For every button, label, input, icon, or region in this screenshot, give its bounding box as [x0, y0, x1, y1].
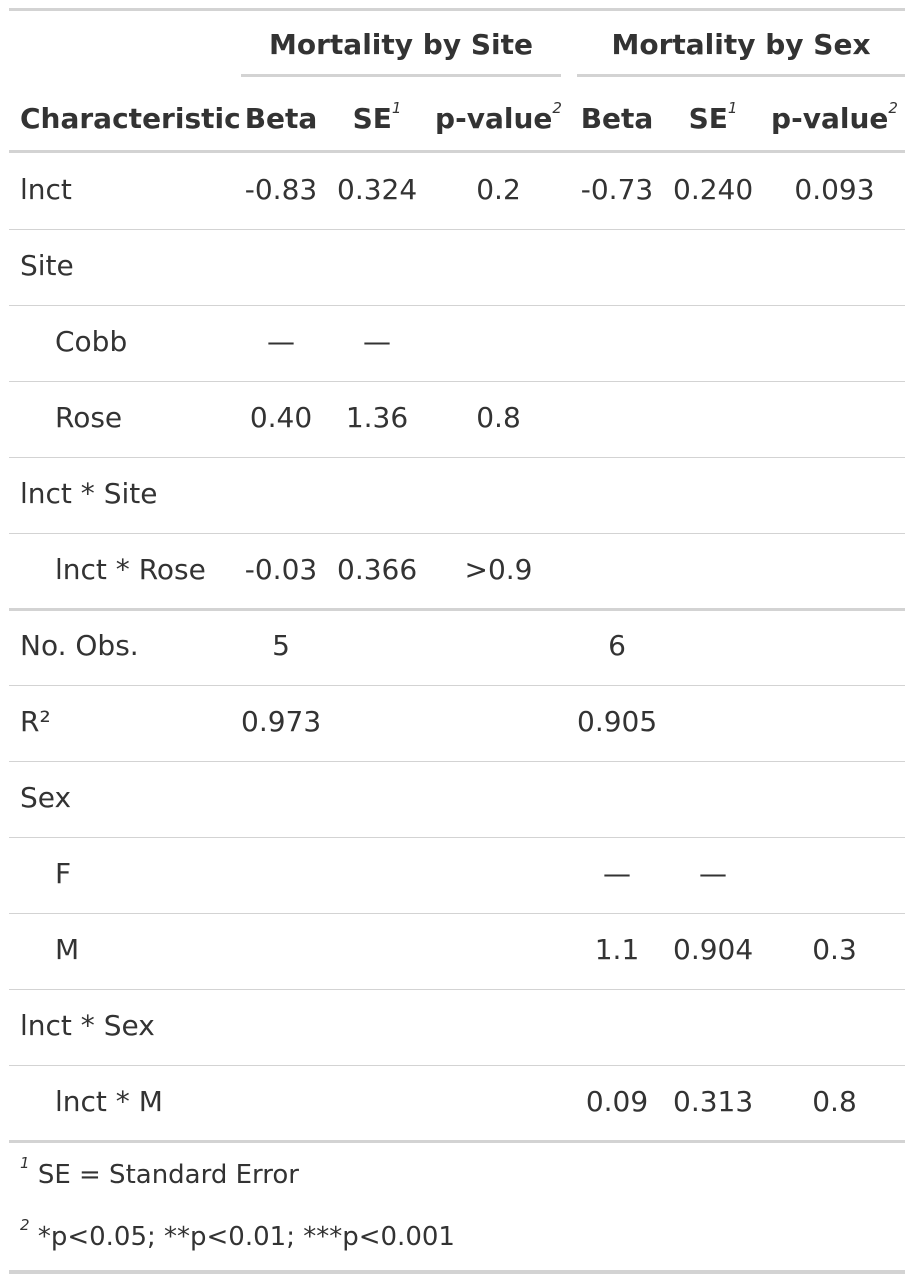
row-label: lnct [20, 173, 72, 206]
col-header-label: p-value [771, 102, 889, 135]
cell-sex-se: 0.313 [673, 1085, 754, 1118]
footnote-1: 1 SE = Standard Error [20, 1156, 299, 1191]
footnote-mark: 1 [391, 99, 402, 117]
row-rule [9, 457, 905, 458]
table-top-rule [9, 8, 905, 11]
footnote-text: *p<0.05; **p<0.01; ***p<0.001 [37, 1222, 455, 1252]
row-label: lnct * Sex [20, 1009, 155, 1042]
footnote-mark: 2 [552, 99, 562, 117]
row-rule [9, 989, 905, 990]
footnote-mark: 2 [888, 99, 898, 117]
col-header-site-se: SE1 [337, 99, 417, 136]
row-rule [9, 533, 905, 534]
footnote-mark: 2 [20, 1216, 30, 1234]
footnote-2: 2 *p<0.05; **p<0.01; ***p<0.001 [20, 1218, 455, 1253]
col-header-site-beta: Beta [241, 102, 321, 136]
cell-site-beta: 5 [272, 629, 290, 662]
row-rule [9, 913, 905, 914]
cell-site-se: 1.36 [345, 401, 409, 434]
row-rule [9, 1065, 905, 1066]
header-rule [9, 150, 905, 153]
row-label: lnct * M [55, 1085, 163, 1118]
spanner-mortality-by-site: Mortality by Site [269, 28, 533, 61]
cell-sex-se: — [699, 857, 727, 890]
row-label: R² [20, 705, 51, 738]
spanner-mortality-by-sex: Mortality by Sex [611, 28, 871, 61]
cell-sex-se: 0.904 [673, 933, 754, 966]
col-header-label: SE [352, 102, 392, 135]
row-label: Sex [20, 781, 72, 814]
col-header-sex-beta: Beta [577, 102, 657, 136]
row-label: Rose [55, 401, 123, 434]
footnote-mark: 1 [727, 99, 738, 117]
row-label: lnct * Rose [55, 553, 206, 586]
cell-site-beta: -0.83 [244, 173, 318, 206]
cell-site-p: 0.2 [476, 173, 521, 206]
cell-sex-beta: 0.09 [585, 1085, 649, 1118]
row-label: Site [20, 249, 74, 282]
cell-sex-beta: -0.73 [580, 173, 654, 206]
cell-sex-p: 0.3 [812, 933, 857, 966]
spanner-rule-sex [577, 74, 905, 77]
row-label: lnct * Site [20, 477, 158, 510]
row-rule [9, 229, 905, 230]
col-header-site-pvalue: p-value2 [431, 99, 566, 136]
row-label: Cobb [55, 325, 128, 358]
col-header-label: p-value [435, 102, 553, 135]
cell-site-beta: — [267, 325, 295, 358]
col-header-label: Beta [580, 102, 654, 135]
row-rule [9, 305, 905, 306]
cell-sex-beta: — [603, 857, 631, 890]
cell-sex-beta: 0.905 [577, 705, 658, 738]
cell-sex-p: 0.8 [812, 1085, 857, 1118]
cell-sex-p: 0.093 [794, 173, 875, 206]
cell-site-p: 0.8 [476, 401, 521, 434]
row-label: M [55, 933, 80, 966]
cell-site-beta: 0.973 [241, 705, 322, 738]
footnote-text: SE = Standard Error [37, 1160, 299, 1190]
cell-site-se: — [363, 325, 391, 358]
spanner-rule-site [241, 74, 561, 77]
row-rule [9, 608, 905, 611]
cell-site-se: 0.324 [337, 173, 418, 206]
col-header-sex-pvalue: p-value2 [767, 99, 902, 136]
cell-site-se: 0.366 [337, 553, 418, 586]
cell-site-beta: -0.03 [244, 553, 318, 586]
row-rule [9, 837, 905, 838]
cell-sex-se: 0.240 [673, 173, 754, 206]
row-rule [9, 685, 905, 686]
table-bottom-rule [9, 1270, 905, 1274]
cell-sex-beta: 6 [608, 629, 626, 662]
row-rule [9, 1140, 905, 1143]
row-rule [9, 381, 905, 382]
row-rule [9, 761, 905, 762]
col-header-sex-se: SE1 [673, 99, 753, 136]
footnote-mark: 1 [20, 1154, 30, 1172]
col-header-label: SE [688, 102, 728, 135]
cell-sex-beta: 1.1 [594, 933, 640, 966]
col-header-label: Beta [244, 102, 318, 135]
col-header-characteristic: Characteristic [20, 102, 241, 135]
cell-site-p: >0.9 [464, 553, 533, 586]
row-label: No. Obs. [20, 629, 139, 662]
cell-site-beta: 0.40 [249, 401, 313, 434]
row-label: F [55, 857, 72, 890]
